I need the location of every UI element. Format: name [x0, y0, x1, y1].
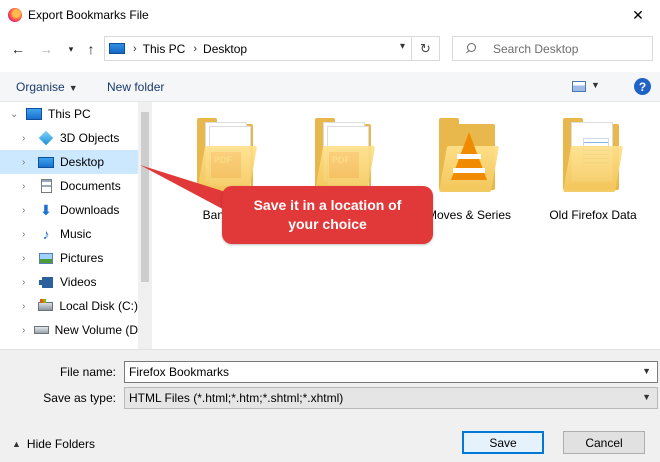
search-input[interactable]: Search Desktop — [452, 36, 653, 61]
chevron-down-icon[interactable]: ▼ — [591, 80, 600, 90]
sidebar-item-downloads[interactable]: › ⬇ Downloads — [0, 198, 138, 222]
title-bar: Export Bookmarks File ✕ — [0, 0, 660, 30]
close-button[interactable]: ✕ — [616, 0, 660, 30]
chevron-right-icon[interactable]: › — [22, 181, 34, 192]
window-title: Export Bookmarks File — [28, 8, 149, 22]
sidebar-item-label: New Volume (D — [54, 323, 138, 337]
save-type-select[interactable]: HTML Files (*.html;*.htm;*.shtml;*.xhtml… — [124, 387, 658, 409]
sidebar-item-label: Music — [60, 227, 92, 241]
sidebar-item-label: Local Disk (C:) — [59, 299, 138, 313]
documents-icon — [38, 179, 54, 193]
chevron-right-icon[interactable]: › — [22, 253, 34, 264]
local-disk-icon — [38, 298, 54, 313]
sidebar-item-label: Documents — [60, 179, 121, 193]
sidebar-item-desktop[interactable]: › Desktop — [0, 150, 138, 174]
search-icon — [465, 42, 477, 55]
pc-icon — [26, 107, 42, 121]
file-name-input[interactable]: Firefox Bookmarks ▼ — [124, 361, 658, 383]
back-arrow-icon[interactable]: ← — [10, 40, 26, 58]
help-icon[interactable]: ? — [634, 78, 651, 95]
folder-label: Old Firefox Data — [549, 208, 637, 222]
sidebar-item-music[interactable]: › ♪ Music — [0, 222, 138, 246]
breadcrumb-this-pc[interactable]: This PC — [143, 42, 186, 56]
sidebar-item-label: This PC — [48, 107, 91, 121]
sidebar-item-label: Videos — [60, 275, 97, 289]
save-options-panel: File name: Firefox Bookmarks ▼ Save as t… — [0, 349, 660, 462]
pdf-folder-icon: PDF — [315, 118, 376, 192]
command-bar: Organise ▼ New folder ▼ ? — [0, 72, 660, 102]
sidebar-item-this-pc[interactable]: ⌄ This PC — [0, 102, 138, 126]
breadcrumb-desktop[interactable]: Desktop — [203, 42, 247, 56]
chevron-down-icon[interactable]: ▼ — [642, 366, 651, 376]
new-folder-button[interactable]: New folder — [107, 80, 164, 94]
save-type-label: Save as type: — [43, 391, 116, 405]
chevron-right-icon[interactable]: › — [22, 277, 34, 288]
pc-icon — [109, 43, 125, 54]
sidebar-item-label: Downloads — [60, 203, 120, 217]
navigation-scrollbar[interactable] — [138, 102, 152, 349]
recent-locations-chevron-icon[interactable]: ▾ — [63, 40, 79, 58]
chevron-right-icon[interactable]: › — [22, 205, 34, 216]
sidebar-item-documents[interactable]: › Documents — [0, 174, 138, 198]
address-bar[interactable]: › This PC › Desktop ▾ ↻ — [104, 36, 440, 61]
chevron-up-icon: ▲ — [12, 439, 21, 449]
chevron-down-icon: ▼ — [68, 83, 78, 93]
sidebar-item-label: 3D Objects — [60, 131, 120, 145]
firefox-icon — [8, 8, 22, 22]
volume-icon — [33, 323, 49, 337]
sidebar-item-label: Desktop — [60, 155, 105, 169]
file-name-value: Firefox Bookmarks — [129, 365, 230, 379]
chevron-right-icon[interactable]: › — [22, 133, 34, 144]
file-name-label: File name: — [59, 365, 116, 379]
organise-label: Organise — [16, 80, 65, 94]
callout-line-2: your choice — [288, 216, 367, 232]
breadcrumb-separator-icon[interactable]: › — [193, 43, 197, 55]
cancel-button[interactable]: Cancel — [563, 431, 645, 454]
breadcrumb-separator-icon[interactable]: › — [133, 43, 137, 55]
downloads-icon: ⬇ — [40, 201, 52, 218]
sidebar-item-pictures[interactable]: › Pictures — [0, 246, 138, 270]
forward-arrow-icon[interactable]: → — [38, 40, 54, 58]
navigation-pane[interactable]: ⌄ This PC › 3D Objects › Desktop › Docum… — [0, 102, 152, 349]
vlc-folder-icon — [439, 118, 500, 192]
videos-icon — [38, 275, 54, 289]
refresh-icon[interactable]: ↻ — [411, 37, 439, 60]
sidebar-item-label: Pictures — [60, 251, 104, 265]
chevron-down-icon[interactable]: ▼ — [642, 392, 651, 402]
sidebar-item-new-volume[interactable]: › New Volume (D — [0, 318, 138, 342]
pdf-folder-icon: PDF — [197, 118, 258, 192]
annotation-callout: Save it in a location of your choice — [222, 186, 433, 244]
save-button[interactable]: Save — [462, 431, 544, 454]
search-placeholder: Search Desktop — [493, 41, 579, 56]
organise-button[interactable]: Organise ▼ — [16, 80, 78, 94]
scrollbar-thumb[interactable] — [141, 112, 149, 282]
view-options-icon[interactable] — [572, 81, 586, 92]
chevron-right-icon[interactable]: › — [22, 301, 34, 312]
chevron-down-icon[interactable]: ⌄ — [10, 109, 22, 120]
callout-line-1: Save it in a location of — [253, 197, 402, 213]
sidebar-item-3d-objects[interactable]: › 3D Objects — [0, 126, 138, 150]
up-arrow-icon[interactable]: ↑ — [83, 40, 99, 58]
3d-objects-icon — [38, 130, 54, 146]
hide-folders-button[interactable]: ▲ Hide Folders — [12, 437, 95, 451]
hide-folders-label: Hide Folders — [26, 437, 95, 451]
save-type-value: HTML Files (*.html;*.htm;*.shtml;*.xhtml… — [129, 391, 344, 405]
document-folder-icon — [563, 118, 624, 192]
address-dropdown-icon[interactable]: ▾ — [400, 41, 405, 52]
pictures-icon — [38, 251, 54, 265]
sidebar-item-local-disk[interactable]: › Local Disk (C:) — [0, 294, 138, 318]
music-icon: ♪ — [42, 226, 50, 242]
chevron-right-icon[interactable]: › — [22, 157, 34, 168]
folder-item[interactable]: Old Firefox Data — [538, 114, 648, 226]
desktop-icon — [38, 155, 54, 169]
chevron-right-icon[interactable]: › — [22, 229, 34, 240]
sidebar-item-videos[interactable]: › Videos — [0, 270, 138, 294]
chevron-right-icon[interactable]: › — [22, 325, 30, 336]
